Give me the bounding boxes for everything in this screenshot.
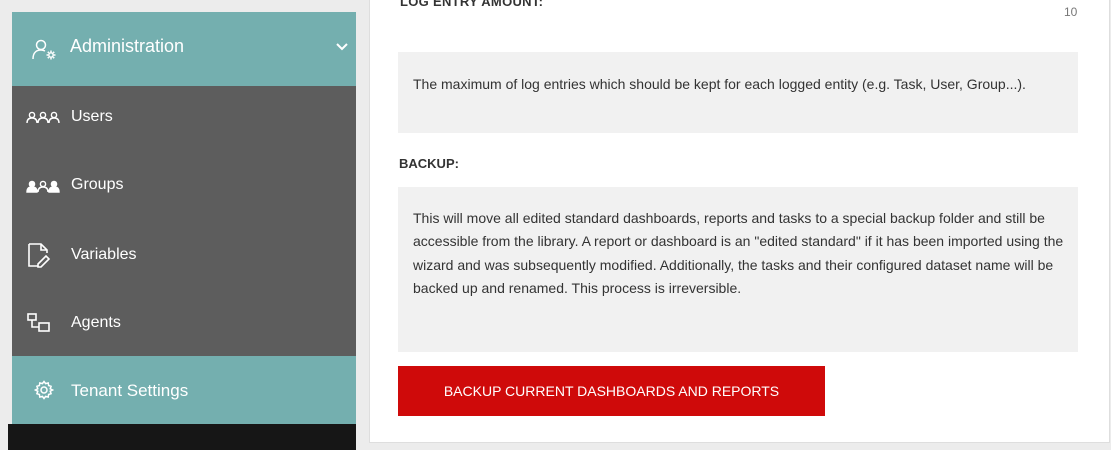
sidebar-item-label: Administration: [70, 36, 185, 56]
sidebar: Administration Users Groups Variables Ag…: [0, 0, 370, 450]
admin-settings-icon: [32, 39, 58, 66]
sidebar-item-label: Groups: [71, 176, 124, 193]
backup-description-box: This will move all edited standard dashb…: [398, 187, 1078, 352]
variables-icon: [26, 242, 52, 273]
log-entry-amount-value: 10: [1064, 5, 1078, 19]
sidebar-item-variables[interactable]: Variables: [12, 222, 356, 288]
gear-icon: [33, 380, 55, 405]
backup-label: BACKUP:: [399, 156, 459, 171]
sidebar-item-tenant-settings[interactable]: Tenant Settings: [12, 356, 356, 424]
log-entry-amount-label: LOG ENTRY AMOUNT:: [400, 0, 544, 9]
backup-button[interactable]: BACKUP CURRENT DASHBOARDS AND REPORTS: [398, 366, 825, 416]
settings-card: LOG ENTRY AMOUNT: 10 The maximum of log …: [369, 0, 1110, 443]
log-entry-description: The maximum of log entries which should …: [413, 76, 1026, 92]
agents-icon: [26, 312, 52, 339]
backup-description: This will move all edited standard dashb…: [413, 210, 1064, 296]
sidebar-item-label: Users: [71, 108, 113, 125]
sidebar-item-label: Agents: [71, 314, 121, 331]
groups-icon: [26, 180, 60, 199]
sidebar-edge: [0, 0, 12, 450]
sidebar-item-agents[interactable]: Agents: [12, 290, 356, 356]
sidebar-item-label: Variables: [71, 246, 137, 263]
users-icon: [26, 111, 60, 130]
sidebar-item-users[interactable]: Users: [12, 86, 356, 152]
sidebar-item-groups[interactable]: Groups: [12, 154, 356, 220]
sidebar-item-label: Tenant Settings: [71, 381, 189, 400]
sidebar-footer: [8, 424, 356, 450]
admin-submenu: Users Groups Variables Agents: [12, 86, 356, 356]
log-entry-description-box: The maximum of log entries which should …: [398, 52, 1078, 133]
sidebar-item-administration[interactable]: Administration: [12, 12, 356, 86]
chevron-down-icon[interactable]: [335, 39, 349, 57]
